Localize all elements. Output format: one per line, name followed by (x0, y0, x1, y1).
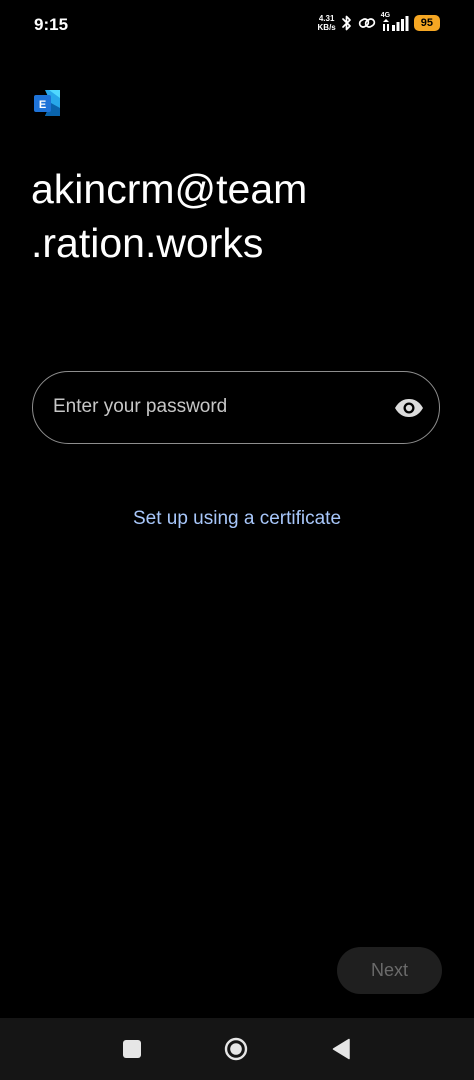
app-icon-letter: E (39, 99, 46, 111)
account-email-line2: .ration.works (31, 220, 264, 266)
network-speed: 4.31 KB/s (318, 14, 336, 32)
navigation-bar (0, 1018, 474, 1080)
status-icons: 4.31 KB/s 4G 95 (318, 12, 440, 32)
network-speed-value: 4.31 (318, 14, 335, 23)
next-button[interactable]: Next (337, 947, 442, 994)
link-icon (358, 18, 375, 28)
status-time: 9:15 (34, 15, 69, 34)
show-password-toggle[interactable] (393, 393, 425, 423)
eye-icon (395, 399, 423, 417)
bluetooth-icon (341, 15, 351, 31)
triangle-back-icon[interactable] (330, 1037, 354, 1061)
circle-icon[interactable] (224, 1037, 248, 1061)
account-email: akincrm@team .ration.works (31, 162, 451, 270)
screen: 9:15 4.31 KB/s 4G 95 E akincrm@team .rat… (0, 0, 474, 1080)
password-field[interactable] (32, 371, 440, 444)
battery-icon: 95 (413, 15, 440, 31)
exchange-app-icon: E (34, 90, 60, 116)
password-input[interactable] (53, 372, 383, 442)
square-icon[interactable] (120, 1037, 144, 1061)
network-speed-unit: KB/s (317, 23, 336, 32)
status-bar: 9:15 4.31 KB/s 4G 95 (0, 0, 474, 52)
setup-certificate-link[interactable]: Set up using a certificate (0, 508, 474, 530)
signal-icon: 4G (381, 12, 409, 32)
account-email-line1: akincrm@team (31, 166, 308, 212)
